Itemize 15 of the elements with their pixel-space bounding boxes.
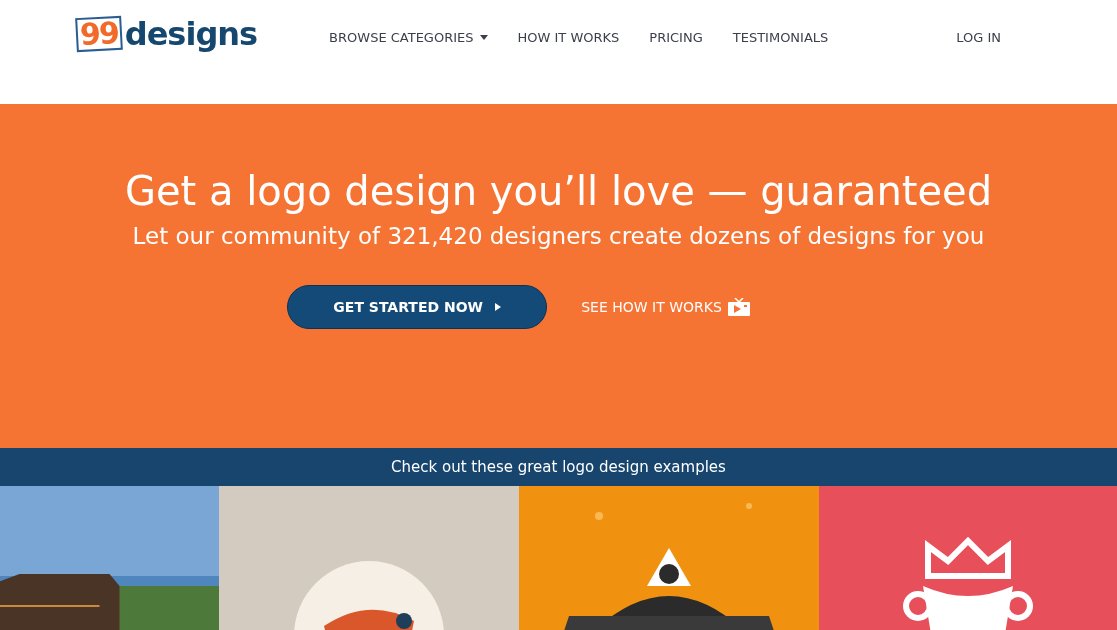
- hero-title: Get a logo design you’ll love — guaranteed: [124, 167, 993, 216]
- nav-link[interactable]: PRICING: [649, 28, 703, 48]
- logo-wordmark: designs: [124, 14, 258, 54]
- logo[interactable]: 99 designs: [76, 14, 258, 54]
- hero-subtitle: Let our community of 321,420 designers create dozens of designs for you: [132, 222, 985, 251]
- nav-link[interactable]: BROWSE CATEGORIES: [329, 28, 488, 48]
- logo-mark: 99: [75, 15, 123, 53]
- nav-link[interactable]: HOW IT WORKS: [517, 28, 620, 48]
- login-link[interactable]: LOG IN: [956, 28, 1001, 48]
- examples-heading: Check out these great logo design examples: [391, 456, 726, 478]
- get-started-button[interactable]: GET STARTED NOW: [287, 285, 548, 329]
- nav-link[interactable]: TESTIMONIALS: [732, 28, 829, 48]
- tv-icon: [727, 298, 750, 316]
- play-arrow-icon: [495, 303, 501, 311]
- caret-icon: [479, 35, 488, 41]
